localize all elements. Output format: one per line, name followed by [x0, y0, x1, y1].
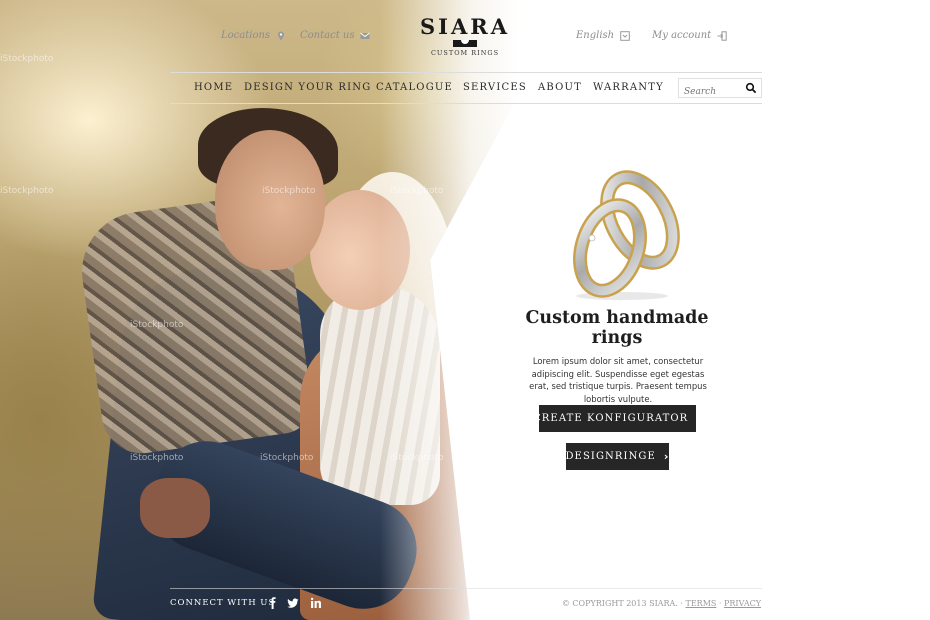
nav-item-catalogue[interactable]: CATALOGUE [376, 82, 453, 93]
nav-item-design-your-ring[interactable]: DESIGN YOUR RING [244, 82, 371, 93]
locations-label: Locations [221, 30, 271, 41]
linkedin-icon[interactable] [310, 597, 322, 609]
nav-item-home[interactable]: HOME [194, 82, 233, 93]
promo-title: Custom handmade rings [525, 308, 709, 348]
locations-link[interactable]: Locations [221, 30, 286, 41]
twitter-icon[interactable] [287, 597, 299, 609]
chevron-right-icon: › [663, 450, 670, 463]
chevron-right-icon: › [696, 412, 702, 425]
watermark: iStockphoto [0, 186, 54, 196]
watermark: iStockphoto [260, 453, 314, 463]
connect-with-us-label: CONNECT WITH US [170, 598, 276, 608]
main-nav: HOME DESIGN YOUR RING CATALOGUE SERVICES… [170, 73, 762, 103]
separator: · [680, 599, 683, 608]
contact-label: Contact us [300, 30, 355, 41]
search-icon[interactable] [745, 82, 757, 94]
search-box [678, 78, 762, 101]
create-konfigurator-label: CREATE KONFIGURATOR [533, 413, 689, 424]
facebook-icon[interactable] [267, 597, 279, 609]
nav-item-services[interactable]: SERVICES [463, 82, 527, 93]
my-account-link[interactable]: My account [652, 30, 727, 41]
promo-description: Lorem ipsum dolor sit amet, consectetur … [529, 356, 707, 404]
watermark: iStockphoto [130, 320, 184, 330]
map-pin-icon [278, 31, 285, 40]
watermark: iStockphoto [0, 54, 54, 64]
nav-item-about[interactable]: ABOUT [538, 82, 582, 93]
watermark: iStockphoto [262, 186, 316, 196]
logo-tagline: CUSTOM RINGS [430, 49, 500, 57]
login-icon [717, 30, 727, 41]
terms-link[interactable]: TERMS [686, 599, 717, 608]
envelope-icon [360, 32, 371, 39]
designringe-button[interactable]: DESIGNRINGE › [565, 443, 670, 470]
copyright-text: © COPYRIGHT 2013 SIARA. [561, 599, 678, 608]
dropdown-box-icon [620, 30, 630, 41]
language-label: English [576, 30, 615, 41]
copyright-bar: © COPYRIGHT 2013 SIARA. · TERMS · PRIVAC… [562, 599, 761, 608]
contact-link[interactable]: Contact us [300, 30, 371, 41]
watermark: iStockphoto [390, 186, 444, 196]
footer-divider [170, 588, 762, 589]
privacy-link[interactable]: PRIVACY [724, 599, 761, 608]
watermark: iStockphoto [390, 453, 444, 463]
separator: · [718, 599, 722, 608]
logo-wordmark: SIARA [419, 14, 511, 39]
language-selector[interactable]: English [576, 30, 630, 41]
nav-item-warranty[interactable]: WARRANTY [593, 82, 664, 93]
site-logo[interactable]: SIARA CUSTOM RINGS [410, 14, 520, 57]
watermark: iStockphoto [130, 453, 184, 463]
designringe-label: DESIGNRINGE [565, 451, 656, 462]
wedding-rings-image [573, 170, 680, 300]
nav-bottom-divider [170, 103, 762, 104]
create-konfigurator-button[interactable]: CREATE KONFIGURATOR › [533, 405, 701, 432]
search-input[interactable] [679, 83, 745, 101]
logo-ring-icon [453, 40, 477, 47]
account-label: My account [652, 30, 712, 41]
